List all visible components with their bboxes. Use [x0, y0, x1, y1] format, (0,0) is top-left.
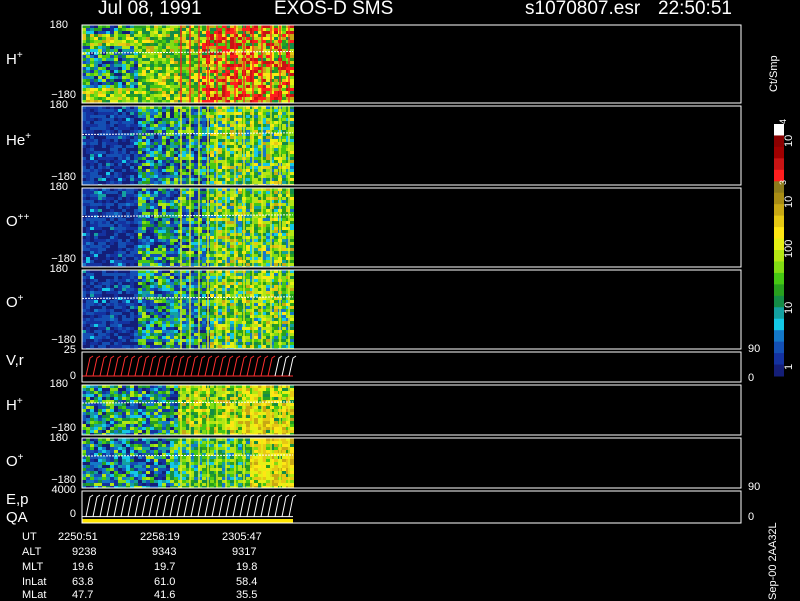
footer-inlat-1: 61.0 [154, 576, 175, 588]
panel-label-o-plus: O+ [6, 293, 24, 311]
footer-alt-0: 9238 [72, 546, 96, 558]
spectrogram-h-plus [82, 25, 294, 103]
footer-inlat-0: 63.8 [72, 576, 93, 588]
colorbar-unit: Ct/Smp [768, 55, 780, 92]
colorbar-swatch [774, 147, 784, 159]
colorbar-swatch [774, 227, 784, 239]
panel-label-h-plus-2: H+ [6, 396, 23, 414]
ytick-h2-max: 180 [28, 378, 68, 390]
spectrogram-plot [0, 0, 800, 600]
footer-row-name-alt: ALT [22, 546, 41, 558]
ytick-ep-max: 4000 [36, 484, 76, 496]
footer-row-name-mlt: MLT [22, 561, 43, 573]
panel-label-o-plus-2: O+ [6, 452, 24, 470]
panel-label-o-plusplus: O++ [6, 212, 29, 230]
colorbar-label-1e3-base: 10 [783, 196, 795, 208]
footer-row-name-mlat: MLat [22, 589, 46, 601]
ytick-h-max: 180 [28, 19, 68, 31]
footer-mlt-2: 19.8 [236, 561, 257, 573]
footer-row-name-ut: UT [22, 531, 37, 543]
footer-ut-2: 2305:47 [222, 531, 262, 543]
colorbar-label-1e4-exp: 4 [778, 119, 788, 124]
ytick-op-max: 180 [28, 263, 68, 275]
panel-label-qa: QA [6, 509, 28, 526]
colorbar-swatch [774, 319, 784, 331]
footer-mlt-1: 19.7 [154, 561, 175, 573]
spectrogram-h-plus-2 [82, 385, 294, 435]
footer-row-name-inlat: InLat [22, 576, 46, 588]
footer-ut-0: 2250:51 [58, 531, 98, 543]
colorbar-swatch [774, 261, 784, 273]
panel-label-he-plus: He+ [6, 131, 31, 149]
footer-mlat-0: 47.7 [72, 589, 93, 601]
panel-label-ep: E,p [6, 491, 29, 508]
rtick-vr-max: 90 [748, 343, 760, 355]
colorbar-swatch [774, 330, 784, 342]
ytick-ep-min: 0 [36, 508, 76, 520]
rtick-ep-max: 90 [748, 481, 760, 493]
rtick-ep-min: 0 [748, 511, 754, 523]
footer-mlt-0: 19.6 [72, 561, 93, 573]
footer-side-text: Sep-00 2AA32L [767, 522, 779, 600]
footer-ut-1: 2258:19 [140, 531, 180, 543]
qa-bar [82, 519, 293, 523]
spectrogram-he-plus [82, 106, 294, 185]
colorbar-swatch [774, 273, 784, 285]
colorbar-swatch [774, 284, 784, 296]
footer-mlat-1: 41.6 [154, 589, 175, 601]
spectrogram-o-plus [82, 270, 294, 349]
footer-alt-1: 9343 [152, 546, 176, 558]
ytick-o2-max: 180 [28, 432, 68, 444]
ytick-he-max: 180 [28, 99, 68, 111]
colorbar-label-1e4-base: 10 [783, 135, 795, 147]
colorbar-label-100: 100 [783, 240, 795, 258]
spectrogram-o-plus-2 [82, 438, 294, 488]
ytick-opp-max: 180 [28, 181, 68, 193]
spectrogram-o-plusplus [82, 188, 294, 267]
footer-inlat-2: 58.4 [236, 576, 257, 588]
footer-mlat-2: 35.5 [236, 589, 257, 601]
rtick-vr-min: 0 [748, 372, 754, 384]
colorbar-swatch [774, 216, 784, 228]
colorbar-label-1e3-exp: 3 [778, 180, 788, 185]
colorbar-swatch [774, 158, 784, 170]
ytick-vr-max: 25 [36, 344, 76, 356]
colorbar-label-10: 10 [783, 302, 795, 314]
colorbar-label-1: 1 [783, 364, 795, 370]
panel-label-vr: V,r [6, 352, 24, 369]
panel-label-h-plus: H+ [6, 50, 23, 68]
footer-alt-2: 9317 [232, 546, 256, 558]
colorbar-swatch [774, 342, 784, 354]
